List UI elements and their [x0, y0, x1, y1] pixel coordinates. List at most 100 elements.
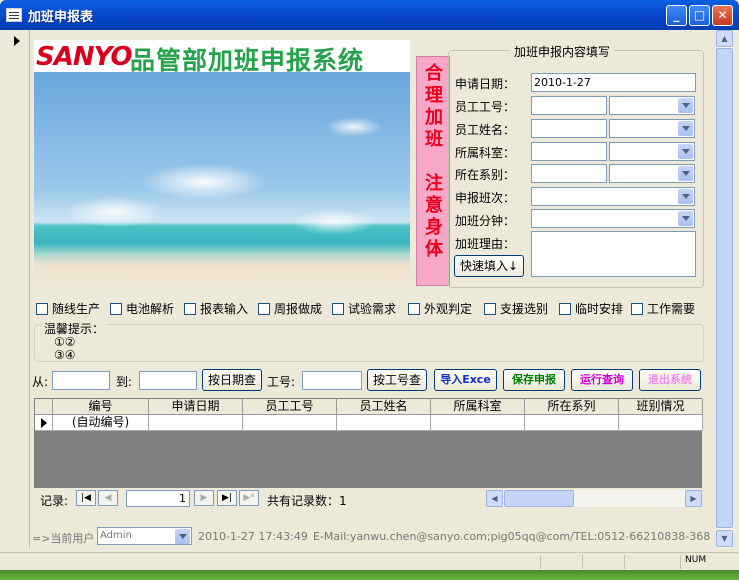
first-record-icon[interactable]: |◀ — [76, 490, 96, 506]
sanyo-logo: SANYO — [36, 42, 133, 72]
current-user-combo[interactable]: Admin — [97, 527, 192, 545]
new-record-icon[interactable]: ▶* — [239, 490, 259, 506]
employee-id-combo[interactable] — [609, 96, 695, 115]
table-cell[interactable] — [619, 415, 703, 431]
next-record-icon[interactable]: ▶ — [194, 490, 214, 506]
reason-checkbox[interactable]: 电池解析 — [110, 300, 175, 316]
reason-checkbox[interactable]: 随线生产 — [36, 300, 100, 316]
vertical-scrollbar[interactable]: ▲ ▼ — [716, 30, 733, 548]
checkbox-icon[interactable] — [258, 303, 270, 315]
slogan-char: 意 — [425, 195, 443, 216]
slogan-spacer — [417, 151, 451, 173]
dropdown-arrow-icon[interactable] — [175, 529, 190, 544]
checkbox-icon[interactable] — [631, 303, 643, 315]
save-button[interactable]: 保存申报 — [503, 369, 565, 391]
table-cell[interactable] — [431, 415, 525, 431]
current-record-input[interactable]: 1 — [126, 490, 190, 507]
last-record-icon[interactable]: ▶| — [217, 490, 237, 506]
scroll-down-icon[interactable]: ▼ — [716, 530, 733, 547]
employee-id-label: 员工工号： — [455, 100, 516, 114]
search-by-emp-button[interactable]: 按工号查 — [367, 369, 427, 391]
column-header[interactable]: 班别情况 — [619, 399, 703, 415]
current-datetime: 2010-1-27 17:43:49 — [198, 530, 308, 543]
checkbox-icon[interactable] — [408, 303, 420, 315]
dropdown-arrow-icon[interactable] — [678, 121, 693, 136]
reason-label: 加班理由： — [455, 237, 516, 251]
department-combo[interactable] — [609, 142, 695, 161]
export-excel-button[interactable]: 导入Exce — [434, 369, 497, 391]
employee-name-input[interactable] — [531, 119, 607, 138]
table-cell[interactable]: (自动编号) — [53, 415, 149, 431]
checkbox-icon[interactable] — [484, 303, 496, 315]
from-label: 从: — [32, 375, 49, 389]
minutes-combo[interactable] — [531, 209, 695, 228]
column-header[interactable]: 员工姓名 — [337, 399, 431, 415]
dropdown-arrow-icon[interactable] — [678, 189, 693, 204]
prev-record-icon[interactable]: ◀ — [98, 490, 118, 506]
department-input[interactable] — [531, 142, 607, 161]
tips-line: ①② — [54, 335, 76, 349]
from-date-input[interactable] — [52, 371, 110, 390]
dropdown-arrow-icon[interactable] — [678, 211, 693, 226]
dropdown-arrow-icon[interactable] — [678, 98, 693, 113]
column-header[interactable]: 编号 — [53, 399, 149, 415]
employee-id-input[interactable] — [531, 96, 607, 115]
scroll-thumb[interactable] — [716, 48, 733, 528]
table-cell[interactable] — [149, 415, 243, 431]
reason-checkbox[interactable]: 外观判定 — [408, 300, 472, 316]
column-header[interactable]: 申请日期 — [149, 399, 243, 415]
column-header[interactable]: 所在系列 — [525, 399, 619, 415]
vertical-slogan: 合 理 加 班 注 意 身 体 — [416, 56, 450, 286]
record-selector[interactable] — [4, 30, 30, 548]
table-cell[interactable] — [337, 415, 431, 431]
reason-label: 电池解析 — [126, 302, 175, 316]
to-date-input[interactable] — [139, 371, 197, 390]
scroll-thumb[interactable] — [504, 490, 574, 507]
checkbox-icon[interactable] — [36, 303, 48, 315]
checkbox-icon[interactable] — [332, 303, 344, 315]
quick-fill-button[interactable]: 快速填入↓ — [454, 255, 524, 277]
table-cell[interactable] — [243, 415, 337, 431]
reason-textarea[interactable] — [531, 231, 696, 277]
apply-date-label: 申请日期： — [455, 77, 516, 91]
series-combo[interactable] — [609, 164, 695, 183]
reason-checkbox[interactable]: 报表输入 — [184, 300, 248, 316]
employee-name-label: 员工姓名： — [455, 123, 516, 137]
emp-id-label: 工号: — [267, 375, 296, 389]
reason-checkbox[interactable]: 工作需要 — [631, 300, 695, 316]
exit-system-button[interactable]: 退出系统 — [639, 369, 701, 391]
scroll-left-icon[interactable]: ◀ — [486, 490, 503, 507]
status-bar: NUM — [0, 552, 739, 570]
checkbox-icon[interactable] — [559, 303, 571, 315]
reason-checkbox[interactable]: 临时安排 — [559, 300, 623, 316]
apply-date-input[interactable]: 2010-1-27 — [531, 73, 696, 92]
search-by-date-button[interactable]: 按日期查 — [202, 369, 262, 391]
checkbox-icon[interactable] — [110, 303, 122, 315]
dropdown-arrow-icon[interactable] — [678, 144, 693, 159]
status-cell — [582, 555, 622, 569]
row-selector[interactable] — [35, 415, 53, 431]
maximize-button[interactable]: □ — [689, 5, 710, 26]
column-header[interactable]: 员工工号 — [243, 399, 337, 415]
scroll-up-icon[interactable]: ▲ — [716, 30, 733, 47]
horizontal-scrollbar[interactable]: ◀ ▶ — [486, 490, 702, 507]
reason-checkbox[interactable]: 试验需求 — [332, 300, 396, 316]
records-table: 编号 申请日期 员工工号 员工姓名 所属科室 所在系列 班别情况 (自动编号) — [34, 398, 703, 488]
series-input[interactable] — [531, 164, 607, 183]
run-query-button[interactable]: 运行查询 — [571, 369, 633, 391]
form-icon[interactable] — [6, 8, 22, 22]
employee-name-combo[interactable] — [609, 119, 695, 138]
reason-checkbox[interactable]: 周报做成 — [258, 300, 322, 316]
emp-id-search-input[interactable] — [302, 371, 362, 390]
current-row-arrow-icon — [40, 418, 47, 428]
scroll-right-icon[interactable]: ▶ — [685, 490, 702, 507]
column-header[interactable]: 所属科室 — [431, 399, 525, 415]
shift-combo[interactable] — [531, 187, 695, 206]
dropdown-arrow-icon[interactable] — [678, 166, 693, 181]
records-label: 记录: — [40, 494, 69, 508]
table-cell[interactable] — [525, 415, 619, 431]
close-button[interactable]: ✕ — [712, 5, 733, 26]
minimize-button[interactable]: _ — [666, 5, 687, 26]
reason-checkbox[interactable]: 支援选别 — [484, 300, 548, 316]
checkbox-icon[interactable] — [184, 303, 196, 315]
